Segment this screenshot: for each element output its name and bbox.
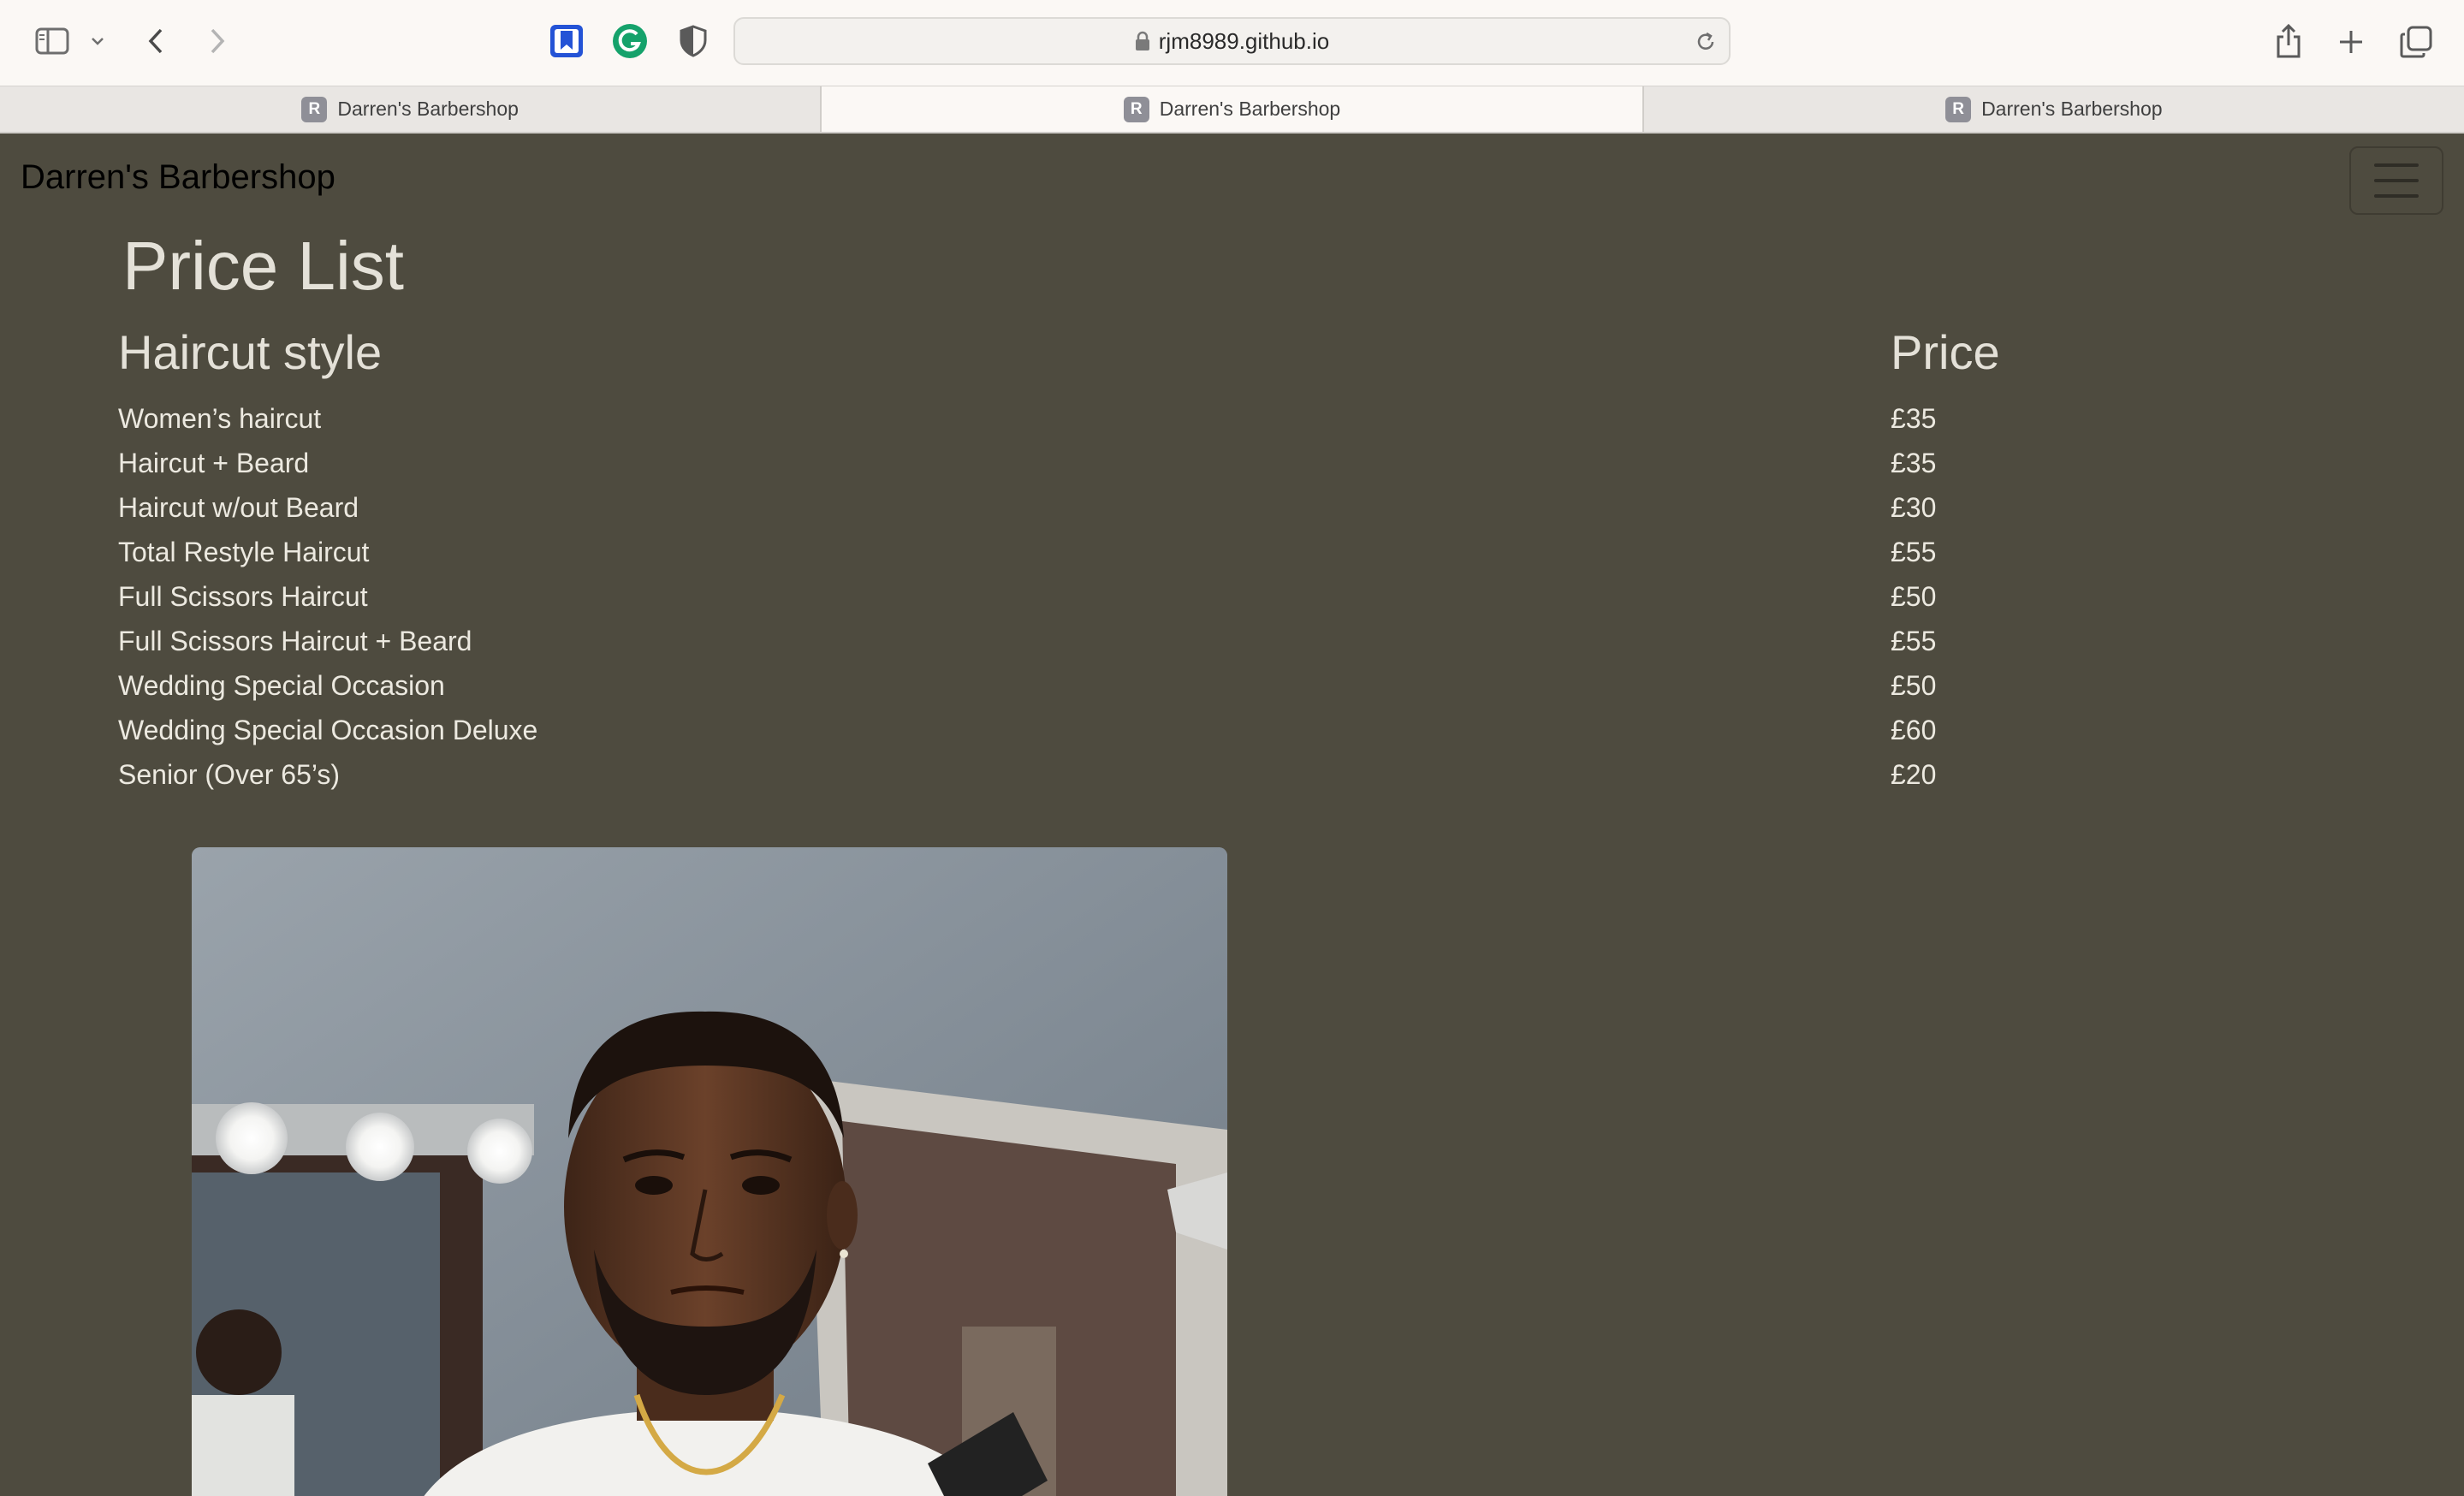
- column-header-style: Haircut style: [118, 325, 383, 379]
- haircut-price: £55: [1891, 626, 1937, 656]
- favicon: R: [301, 96, 328, 122]
- hamburger-menu-button[interactable]: [2349, 146, 2443, 215]
- hamburger-icon-bar: [2374, 163, 2419, 167]
- forward-icon[interactable]: [202, 24, 233, 58]
- shield-icon[interactable]: [676, 24, 710, 58]
- browser-tab[interactable]: R Darren's Barbershop: [0, 86, 822, 132]
- page-title: Price List: [122, 228, 404, 304]
- haircut-price: £35: [1891, 403, 1937, 434]
- haircut-price: £35: [1891, 448, 1937, 478]
- sidebar-icon[interactable]: [33, 24, 72, 58]
- haircut-style: Wedding Special Occasion Deluxe: [118, 715, 538, 745]
- browser-tab[interactable]: R Darren's Barbershop: [1644, 86, 2464, 132]
- haircut-style: Wedding Special Occasion: [118, 670, 445, 701]
- haircut-price: £20: [1891, 759, 1937, 790]
- browser-toolbar: rjm8989.github.io: [0, 0, 2464, 86]
- price-row: Women’s haircut £35: [0, 396, 2464, 441]
- haircut-price: £50: [1891, 670, 1937, 701]
- address-bar[interactable]: rjm8989.github.io: [733, 17, 1731, 65]
- grammarly-icon[interactable]: [611, 22, 649, 60]
- haircut-price: £30: [1891, 492, 1937, 523]
- new-tab-icon[interactable]: [2333, 24, 2369, 60]
- price-row: Senior (Over 65’s) £20: [0, 752, 2464, 797]
- tab-label: Darren's Barbershop: [337, 98, 519, 120]
- navbar-brand[interactable]: Darren's Barbershop: [21, 158, 335, 197]
- price-row: Wedding Special Occasion £50: [0, 663, 2464, 708]
- haircut-price: £50: [1891, 581, 1937, 612]
- chevron-down-icon[interactable]: [87, 31, 108, 51]
- bookmark-icon[interactable]: [548, 22, 585, 60]
- price-row: Haircut + Beard £35: [0, 441, 2464, 485]
- haircut-style: Full Scissors Haircut + Beard: [118, 626, 472, 656]
- back-icon[interactable]: [140, 24, 171, 58]
- tab-bar: R Darren's Barbershop R Darren's Barbers…: [0, 86, 2464, 134]
- haircut-style: Senior (Over 65’s): [118, 759, 341, 790]
- haircut-style: Haircut w/out Beard: [118, 492, 359, 523]
- haircut-style: Women’s haircut: [118, 403, 322, 434]
- url-text: rjm8989.github.io: [1158, 27, 1330, 54]
- hamburger-icon-bar: [2374, 179, 2419, 182]
- browser-tab-active[interactable]: R Darren's Barbershop: [822, 86, 1644, 132]
- favicon: R: [1123, 96, 1149, 122]
- tab-overview-icon[interactable]: [2396, 22, 2436, 62]
- haircut-price: £60: [1891, 715, 1937, 745]
- price-row: Full Scissors Haircut £50: [0, 574, 2464, 619]
- lock-icon: [1135, 31, 1150, 51]
- haircut-style: Haircut + Beard: [118, 448, 310, 478]
- web-page: Darren's Barbershop Price List Haircut s…: [0, 134, 2464, 1496]
- share-icon[interactable]: [2270, 21, 2307, 62]
- barber-photo: [192, 847, 1227, 1496]
- favicon: R: [1945, 96, 1972, 122]
- price-row: Full Scissors Haircut + Beard £55: [0, 619, 2464, 663]
- haircut-price: £55: [1891, 537, 1937, 567]
- haircut-style: Full Scissors Haircut: [118, 581, 368, 612]
- price-row: Haircut w/out Beard £30: [0, 485, 2464, 530]
- reload-icon[interactable]: [1691, 27, 1720, 56]
- column-header-price: Price: [1891, 325, 2000, 379]
- price-row: Wedding Special Occasion Deluxe £60: [0, 708, 2464, 752]
- price-row: Total Restyle Haircut £55: [0, 530, 2464, 574]
- haircut-style: Total Restyle Haircut: [118, 537, 370, 567]
- tab-label: Darren's Barbershop: [1159, 98, 1341, 120]
- tab-label: Darren's Barbershop: [1981, 98, 2163, 120]
- hamburger-icon-bar: [2374, 194, 2419, 198]
